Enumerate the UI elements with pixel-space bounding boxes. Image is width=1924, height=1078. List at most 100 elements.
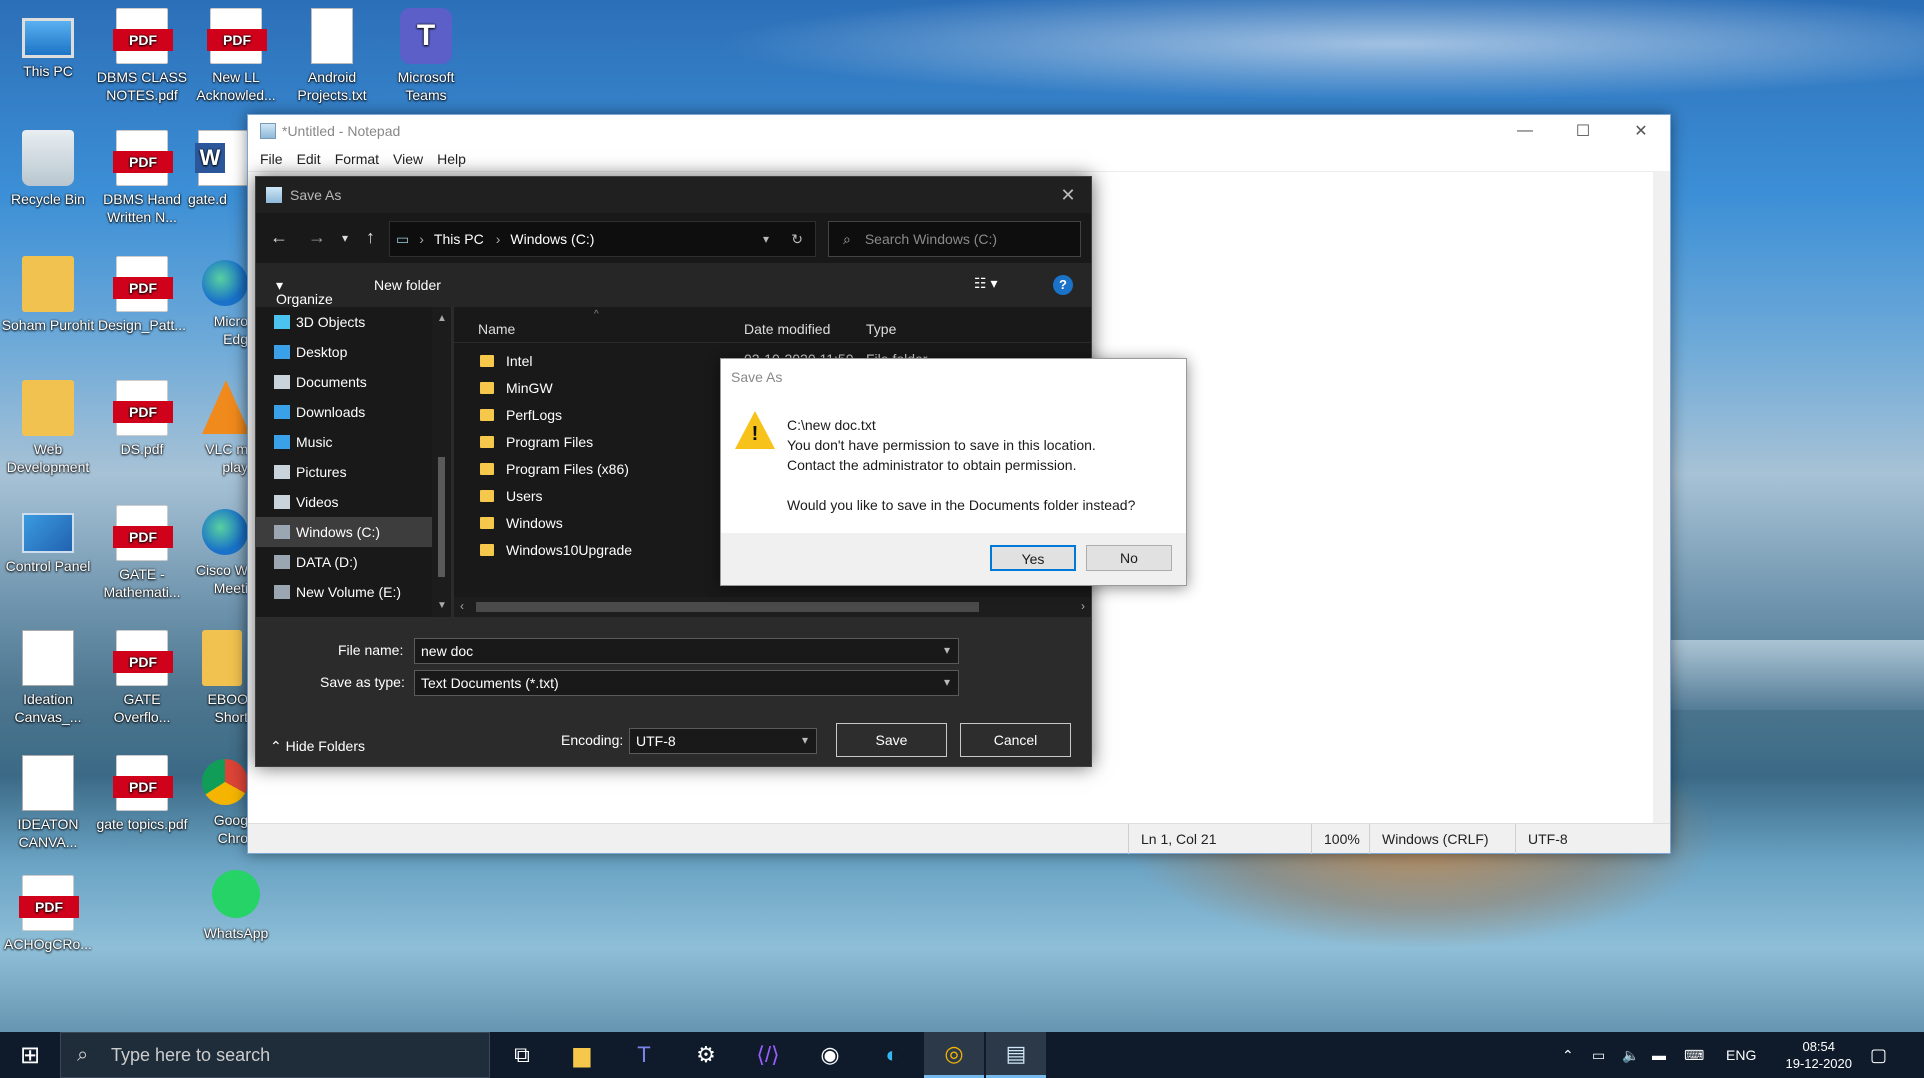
scroll-down-icon[interactable]: ▼ <box>437 600 447 611</box>
desktop-icon-chrome[interactable]: Goog Chro <box>188 755 248 847</box>
desktop-icon-gate-topics[interactable]: gate topics.pdf <box>94 755 190 833</box>
save-button[interactable]: Save <box>836 723 947 757</box>
edge-taskbar-icon[interactable]: ◐ <box>862 1032 922 1078</box>
show-hidden-icons-chevron-icon[interactable]: ⌃ <box>1562 1032 1574 1078</box>
file-list-horizontal-scrollbar[interactable]: ‹ › <box>454 597 1091 617</box>
battery-icon[interactable]: ▬ <box>1652 1032 1666 1078</box>
scroll-up-icon[interactable]: ▲ <box>437 313 447 324</box>
refresh-icon[interactable]: ↻ <box>791 231 803 248</box>
tree-item[interactable]: Windows (C:) <box>256 517 451 547</box>
tree-item[interactable]: Videos <box>256 487 451 517</box>
file-row[interactable]: Windows10Upgrade <box>454 536 632 563</box>
file-name-field[interactable]: new doc ▾ <box>414 638 959 664</box>
visual-studio-icon[interactable]: ⟨/⟩ <box>738 1032 798 1078</box>
desktop-icon-control-panel[interactable]: Control Panel <box>0 505 96 575</box>
desktop-icon-new-ll[interactable]: New LL Acknowled... <box>188 8 284 104</box>
desktop-icon-dbms-notes[interactable]: DBMS CLASS NOTES.pdf <box>94 8 190 104</box>
forward-arrow-icon[interactable]: → <box>308 227 326 248</box>
navigation-pane-scrollbar[interactable]: ▲ ▼ <box>432 307 451 617</box>
teams-taskbar-icon[interactable]: T <box>614 1032 674 1078</box>
chevron-down-icon[interactable]: ▾ <box>944 643 950 657</box>
tree-item[interactable]: Downloads <box>256 397 451 427</box>
breadcrumb-windows-c[interactable]: Windows (C:) <box>510 231 594 247</box>
input-language[interactable]: ENG <box>1726 1032 1756 1078</box>
tree-item[interactable]: 3D Objects <box>256 307 451 337</box>
chevron-down-icon[interactable]: ▾ <box>802 733 808 747</box>
notepad-taskbar-icon[interactable]: ▤ <box>986 1032 1046 1078</box>
file-row[interactable]: Program Files <box>454 428 593 455</box>
desktop-icon-ideaton[interactable]: IDEATON CANVA... <box>0 755 96 851</box>
scroll-thumb[interactable] <box>476 602 979 612</box>
menu-file[interactable]: File <box>253 151 290 167</box>
chrome-taskbar-icon[interactable]: ◎ <box>924 1032 984 1078</box>
menu-format[interactable]: Format <box>328 151 386 167</box>
new-folder-button[interactable]: New folder <box>374 277 441 293</box>
volume-icon[interactable]: 🔈 <box>1622 1032 1639 1078</box>
desktop-icon-teams[interactable]: T Microsoft Teams <box>378 8 474 104</box>
desktop-icon-gate-math[interactable]: GATE - Mathemati... <box>94 505 190 601</box>
hide-folders-button[interactable]: ⌃ Hide Folders <box>270 738 365 755</box>
desktop-icon-ideation[interactable]: Ideation Canvas_... <box>0 630 96 726</box>
clock[interactable]: 08:54 19-12-2020 <box>1786 1038 1853 1072</box>
chevron-down-icon[interactable]: ▾ <box>944 675 950 689</box>
maximize-button[interactable]: ☐ <box>1554 115 1612 147</box>
start-button[interactable]: ⊞ <box>0 1032 60 1078</box>
cancel-button[interactable]: Cancel <box>960 723 1071 757</box>
address-dropdown-chevron-icon[interactable]: ▾ <box>763 232 769 246</box>
file-row[interactable]: MinGW <box>454 374 553 401</box>
file-explorer-icon[interactable]: ▆ <box>552 1032 612 1078</box>
menu-edit[interactable]: Edit <box>290 151 328 167</box>
close-button[interactable]: ✕ <box>1612 115 1670 147</box>
taskbar-search-input[interactable]: ⌕ Type here to search <box>60 1032 490 1078</box>
notepad-titlebar[interactable]: *Untitled - Notepad <box>248 115 1670 147</box>
desktop-icon-design-patt[interactable]: Design_Patt... <box>94 256 190 334</box>
no-button[interactable]: No <box>1086 545 1172 571</box>
tree-item[interactable]: Pictures <box>256 457 451 487</box>
desktop-icon-gate-doc[interactable]: gate.d <box>188 130 250 208</box>
desktop-icon-ebook[interactable]: EBOO Short <box>188 630 248 726</box>
file-row[interactable]: Windows <box>454 509 563 536</box>
desktop-icon-soham[interactable]: Soham Purohit <box>0 256 96 334</box>
desktop-icon-recycle-bin[interactable]: Recycle Bin <box>0 130 96 208</box>
notifications-icon[interactable]: ▢ <box>1870 1032 1887 1078</box>
view-options-icon[interactable]: ☷ ▾ <box>974 275 997 292</box>
settings-gear-icon[interactable]: ⚙ <box>676 1032 736 1078</box>
search-input[interactable]: ⌕ Search Windows (C:) <box>828 221 1081 257</box>
save-as-close-button[interactable]: ✕ <box>1045 177 1091 213</box>
column-type[interactable]: Type <box>866 321 896 337</box>
task-view-icon[interactable]: ⧉ <box>492 1032 552 1078</box>
tree-item[interactable]: Documents <box>256 367 451 397</box>
tree-item[interactable]: Music <box>256 427 451 457</box>
desktop-icon-cisco[interactable]: Cisco W Meeti <box>188 505 248 597</box>
desktop-icon-web-dev[interactable]: Web Development <box>0 380 96 476</box>
desktop-icon-edge[interactable]: Micro Edg <box>188 256 248 348</box>
desktop-icon-achog[interactable]: ACHOgCRo... <box>0 875 96 953</box>
desktop-icon-ds[interactable]: DS.pdf <box>94 380 190 458</box>
scroll-thumb[interactable] <box>438 457 445 577</box>
media-player-icon[interactable]: ◉ <box>800 1032 860 1078</box>
scroll-left-icon[interactable]: ‹ <box>460 599 464 613</box>
scroll-right-icon[interactable]: › <box>1081 599 1085 613</box>
recent-locations-chevron-icon[interactable]: ▾ <box>342 231 348 245</box>
breadcrumb-this-pc[interactable]: This PC <box>434 231 484 247</box>
desktop-icon-vlc[interactable]: VLC m play <box>188 380 250 476</box>
up-arrow-icon[interactable]: ↑ <box>366 227 375 248</box>
tree-item[interactable]: DATA (D:) <box>256 547 451 577</box>
minimize-button[interactable]: — <box>1496 115 1554 147</box>
tree-item[interactable]: New Volume (E:) <box>256 577 451 607</box>
address-bar[interactable]: ▭ › This PC › Windows (C:) ▾ ↻ <box>389 221 816 257</box>
save-as-titlebar[interactable]: Save As <box>256 177 1091 213</box>
keyboard-icon[interactable]: ⌨ <box>1684 1032 1704 1078</box>
yes-button[interactable]: Yes <box>990 545 1076 571</box>
desktop-icon-dbms-hand[interactable]: DBMS Hand Written N... <box>94 130 190 226</box>
column-date-modified[interactable]: Date modified <box>744 321 830 337</box>
menu-view[interactable]: View <box>386 151 430 167</box>
save-as-type-select[interactable]: Text Documents (*.txt) ▾ <box>414 670 959 696</box>
desktop-icon-gate-overflow[interactable]: GATE Overflo... <box>94 630 190 726</box>
back-arrow-icon[interactable]: ← <box>270 227 288 248</box>
desktop-icon-android-projects[interactable]: Android Projects.txt <box>284 8 380 104</box>
organize-button[interactable]: Organize ▾ <box>276 277 333 307</box>
column-name[interactable]: Name <box>478 321 515 337</box>
help-icon[interactable]: ? <box>1053 275 1073 295</box>
desktop-icon-whatsapp[interactable]: WhatsApp <box>188 870 284 942</box>
